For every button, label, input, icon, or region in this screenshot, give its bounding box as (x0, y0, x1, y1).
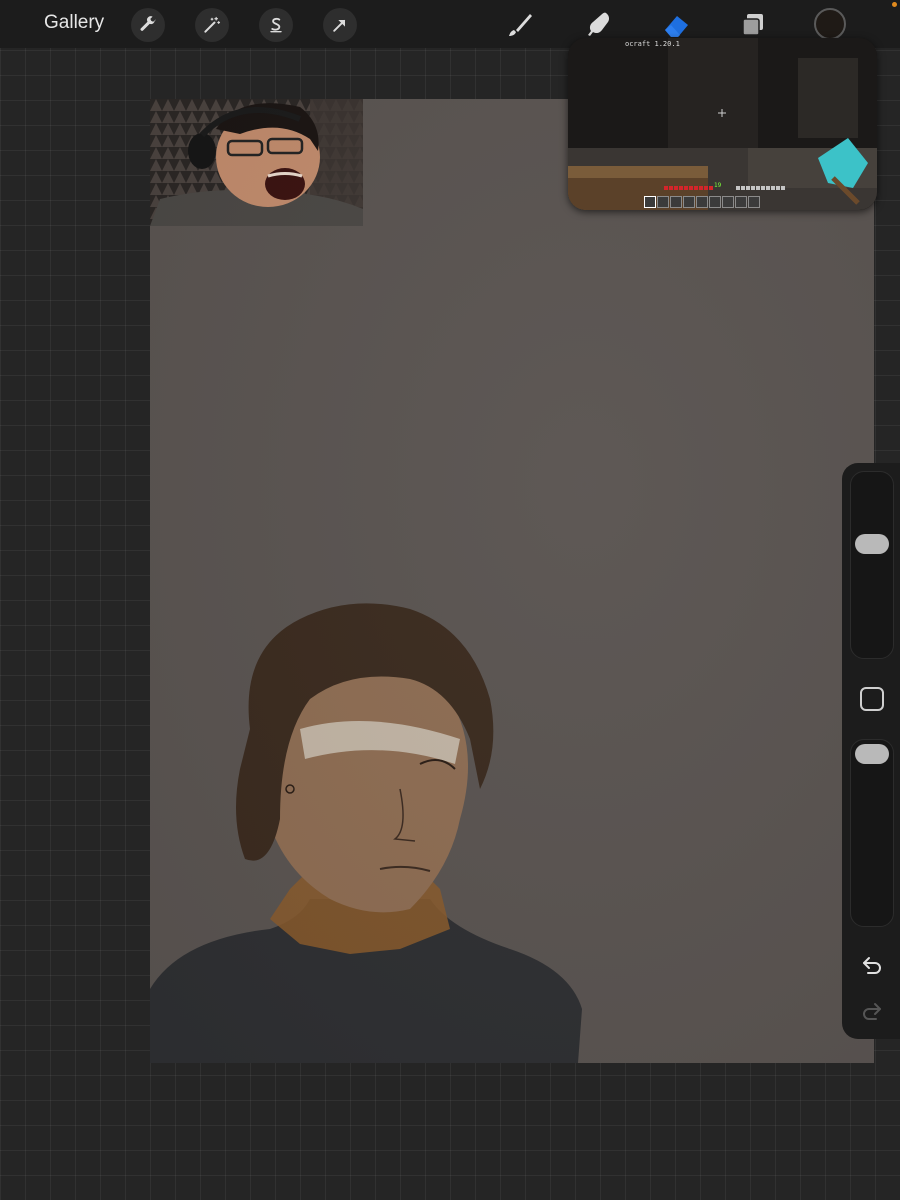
selection-button[interactable] (259, 8, 293, 42)
smudge-tool[interactable] (582, 8, 616, 42)
health-bar (664, 186, 714, 190)
transform-button[interactable] (323, 8, 357, 42)
wrench-icon (140, 16, 156, 31)
eraser-tool[interactable] (660, 8, 694, 42)
webcam-person-image (150, 99, 363, 226)
magic-wand-icon (204, 16, 221, 33)
layers-icon (742, 14, 763, 36)
side-control-panel (842, 463, 900, 1039)
brush-size-thumb[interactable] (855, 533, 889, 554)
xp-level-text: 19 (714, 182, 722, 189)
gallery-button[interactable]: Gallery (44, 12, 104, 34)
undo-button[interactable] (858, 951, 886, 979)
arrow-cursor-icon (333, 19, 346, 32)
privacy-indicator-dot (892, 2, 897, 7)
game-version-text: ocraft 1.20.1 (625, 40, 680, 48)
portrait-sketch-artwork (150, 603, 582, 1063)
opacity-thumb[interactable] (855, 744, 889, 764)
game-hotbar (644, 196, 761, 208)
color-picker-button[interactable] (814, 8, 846, 40)
actions-button[interactable] (131, 8, 165, 42)
brush-size-slider[interactable] (850, 471, 894, 659)
hunger-bar (736, 186, 786, 190)
paint-brush-tool[interactable] (503, 8, 537, 42)
minecraft-cave-scene (568, 38, 877, 210)
redo-button[interactable] (858, 997, 886, 1025)
webcam-overlay (150, 99, 363, 226)
selection-s-icon (270, 17, 282, 33)
drawing-canvas[interactable] (150, 99, 874, 1063)
redo-arrow-icon (863, 1003, 881, 1020)
square-modifier-icon[interactable] (860, 687, 884, 711)
smudge-finger-icon (588, 12, 610, 36)
picture-in-picture-window[interactable]: ocraft 1.20.1 19 (568, 38, 877, 210)
eraser-icon (665, 16, 688, 37)
undo-arrow-icon (863, 957, 881, 974)
adjustments-button[interactable] (195, 8, 229, 42)
brush-icon (509, 14, 532, 36)
layers-button[interactable] (736, 8, 770, 42)
opacity-slider[interactable] (850, 739, 894, 927)
